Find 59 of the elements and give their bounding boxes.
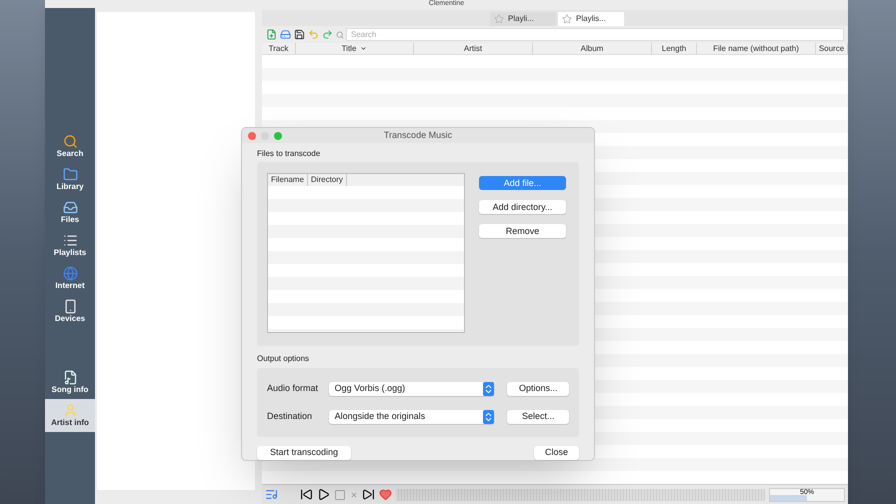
sidebar-item[interactable]: Devices — [45, 295, 95, 328]
star-icon — [562, 14, 572, 24]
sidebar-item[interactable]: Files — [45, 196, 95, 229]
stepper-icon — [483, 382, 494, 396]
folder-icon — [62, 167, 78, 182]
sidebar-item[interactable]: Artist info — [45, 399, 95, 432]
column-header[interactable]: Title — [296, 43, 414, 54]
column-header[interactable]: File name (without path) — [697, 43, 816, 54]
next-icon[interactable] — [362, 488, 375, 501]
column-header[interactable]: Track — [262, 43, 296, 54]
globe-icon — [62, 266, 78, 281]
stepper-icon — [483, 410, 494, 424]
save-icon[interactable] — [294, 29, 305, 40]
sidebar-item[interactable]: Library — [45, 163, 95, 196]
search-field[interactable]: Search — [346, 28, 844, 41]
close-button[interactable]: Close — [534, 446, 579, 460]
start-transcoding-button[interactable]: Start transcoding — [257, 446, 351, 460]
star-icon — [494, 14, 504, 24]
column-header[interactable]: Artist — [414, 43, 533, 54]
sidebar-item[interactable]: Internet — [45, 262, 95, 295]
dialog-button[interactable]: Options... — [507, 382, 569, 396]
sidebar-item[interactable]: Playlists — [45, 229, 95, 262]
column-header[interactable]: Length — [652, 43, 697, 54]
section-label: Output options — [257, 353, 310, 365]
field-label: Destination — [267, 410, 314, 423]
device-icon — [62, 299, 78, 314]
dropdown[interactable]: Alongside the originals — [328, 410, 494, 424]
play-icon[interactable] — [317, 488, 330, 501]
column-header[interactable]: Source — [816, 43, 848, 54]
dialog-button[interactable]: Remove — [479, 224, 566, 238]
playlist-toggle-icon[interactable] — [265, 488, 278, 501]
stop-after-icon[interactable] — [350, 490, 358, 498]
tray-icon — [62, 200, 78, 215]
sidebar-item[interactable]: Search — [45, 130, 95, 163]
search-icon — [62, 134, 78, 149]
new-playlist-icon[interactable] — [266, 29, 277, 40]
previous-icon[interactable] — [300, 488, 313, 501]
dialog-button[interactable]: Add directory... — [479, 200, 566, 214]
playlist-tab[interactable]: Playlis... — [558, 12, 624, 26]
section-label: Files to transcode — [257, 148, 322, 160]
dialog-button[interactable]: Add file... — [479, 176, 566, 190]
seek-bar[interactable] — [396, 488, 765, 500]
dialog-title: Transcode Music — [384, 128, 452, 142]
person-icon — [62, 403, 78, 418]
stop-icon[interactable] — [334, 488, 346, 500]
zoom-window-icon[interactable] — [274, 132, 282, 140]
music-file-icon — [62, 370, 78, 385]
sidebar-item[interactable]: Song info — [45, 366, 95, 399]
redo-icon[interactable] — [322, 29, 333, 40]
list-icon — [62, 233, 78, 248]
playlist-tab[interactable]: Playli... — [490, 12, 556, 26]
search-icon — [336, 30, 344, 38]
sort-caret-icon — [360, 45, 368, 52]
close-window-icon[interactable] — [248, 132, 256, 140]
dialog-button[interactable]: Select... — [507, 410, 569, 424]
love-icon[interactable] — [379, 488, 392, 501]
dropdown[interactable]: Ogg Vorbis (.ogg) — [328, 382, 494, 396]
field-label: Audio format — [267, 382, 320, 395]
column-header[interactable]: Album — [533, 43, 652, 54]
